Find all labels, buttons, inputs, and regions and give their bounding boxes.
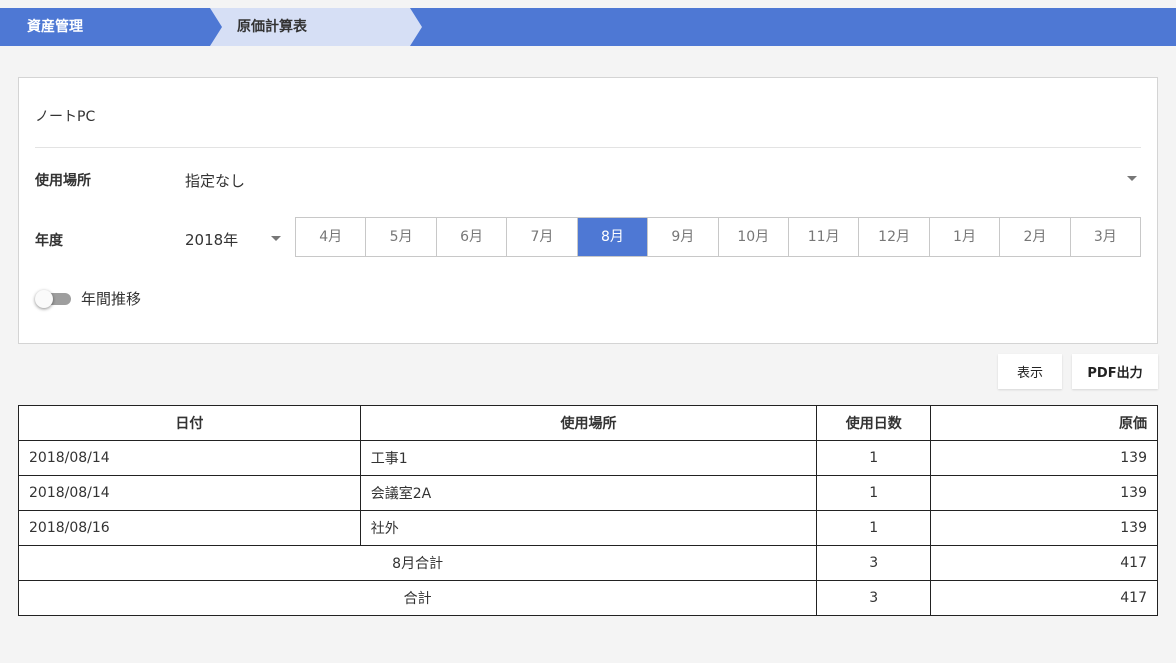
chevron-down-icon[interactable]: [1127, 176, 1137, 181]
month-button[interactable]: 11月: [788, 218, 860, 256]
month-total-days: 3: [816, 545, 932, 581]
cost-table: 日付 使用場所 使用日数 原価 2018/08/14 工事1 1 139 201…: [17, 405, 1158, 616]
annual-trend-toggle[interactable]: [35, 290, 73, 308]
cell-cost: 139: [930, 475, 1158, 511]
location-select[interactable]: 指定なし: [185, 170, 245, 191]
cell-location: 会議室2A: [359, 475, 818, 511]
cell-date: 2018/08/14: [18, 475, 361, 511]
month-button[interactable]: 7月: [507, 218, 578, 256]
month-button[interactable]: 2月: [1000, 218, 1071, 256]
year-select[interactable]: 2018年: [185, 229, 238, 250]
filter-panel: ノートPC 使用場所 指定なし 年度 2018年 4月 5月 6月 7月 8月 9月 10月…: [18, 77, 1158, 344]
fiscal-year-label: 年度: [35, 233, 63, 249]
annual-trend-label: 年間推移: [81, 290, 142, 308]
cell-days: 1: [816, 440, 932, 476]
month-button[interactable]: 10月: [718, 218, 789, 256]
month-total-cost: 417: [930, 545, 1158, 581]
header-days: 使用日数: [816, 405, 932, 441]
header-location: 使用場所: [359, 405, 818, 441]
toggle-knob: [35, 290, 53, 308]
breadcrumb-current-label: 原価計算表: [237, 19, 307, 35]
panel-divider: [35, 147, 1141, 148]
table-row: 2018/08/16 社外 1 139: [18, 510, 1158, 546]
table-row: 2018/08/14 工事1 1 139: [18, 440, 1158, 476]
month-button[interactable]: 12月: [859, 218, 930, 256]
header-cost: 原価: [930, 405, 1158, 441]
month-button[interactable]: 3月: [1070, 218, 1141, 256]
breadcrumb: 資産管理 原価計算表: [0, 8, 1176, 46]
month-button[interactable]: 8月: [577, 218, 649, 256]
breadcrumb-item-asset-management[interactable]: 資産管理: [0, 8, 212, 46]
pdf-export-button[interactable]: PDF出力: [1072, 354, 1158, 389]
table-row: 2018/08/14 会議室2A 1 139: [18, 475, 1158, 511]
chevron-down-icon[interactable]: [271, 236, 281, 241]
cell-date: 2018/08/16: [18, 510, 361, 546]
month-button[interactable]: 4月: [296, 218, 367, 256]
month-selector: 4月 5月 6月 7月 8月 9月 10月 11月 12月 1月 2月 3月: [295, 217, 1141, 257]
cell-days: 1: [816, 510, 932, 546]
month-total-row: 8月合計 3 417: [17, 545, 1158, 581]
header-date: 日付: [18, 405, 361, 441]
grand-total-row: 合計 3 417: [17, 580, 1158, 616]
cell-location: 工事1: [359, 440, 818, 476]
location-label: 使用場所: [35, 173, 91, 189]
month-button[interactable]: 9月: [648, 218, 719, 256]
month-button[interactable]: 1月: [929, 218, 1001, 256]
cell-cost: 139: [930, 440, 1158, 476]
grand-total-label: 合計: [17, 580, 818, 616]
month-button[interactable]: 5月: [366, 218, 437, 256]
asset-name-title: ノートPC: [35, 109, 96, 125]
cell-cost: 139: [930, 510, 1158, 546]
breadcrumb-item-cost-calculation: 原価計算表: [210, 8, 426, 46]
cell-days: 1: [816, 475, 932, 511]
month-total-label: 8月合計: [17, 545, 818, 581]
cell-date: 2018/08/14: [18, 440, 361, 476]
grand-total-days: 3: [816, 580, 932, 616]
month-button[interactable]: 6月: [436, 218, 508, 256]
table-header-row: 日付 使用場所 使用日数 原価: [18, 405, 1158, 441]
cell-location: 社外: [359, 510, 818, 546]
grand-total-cost: 417: [930, 580, 1158, 616]
show-button[interactable]: 表示: [998, 354, 1062, 389]
